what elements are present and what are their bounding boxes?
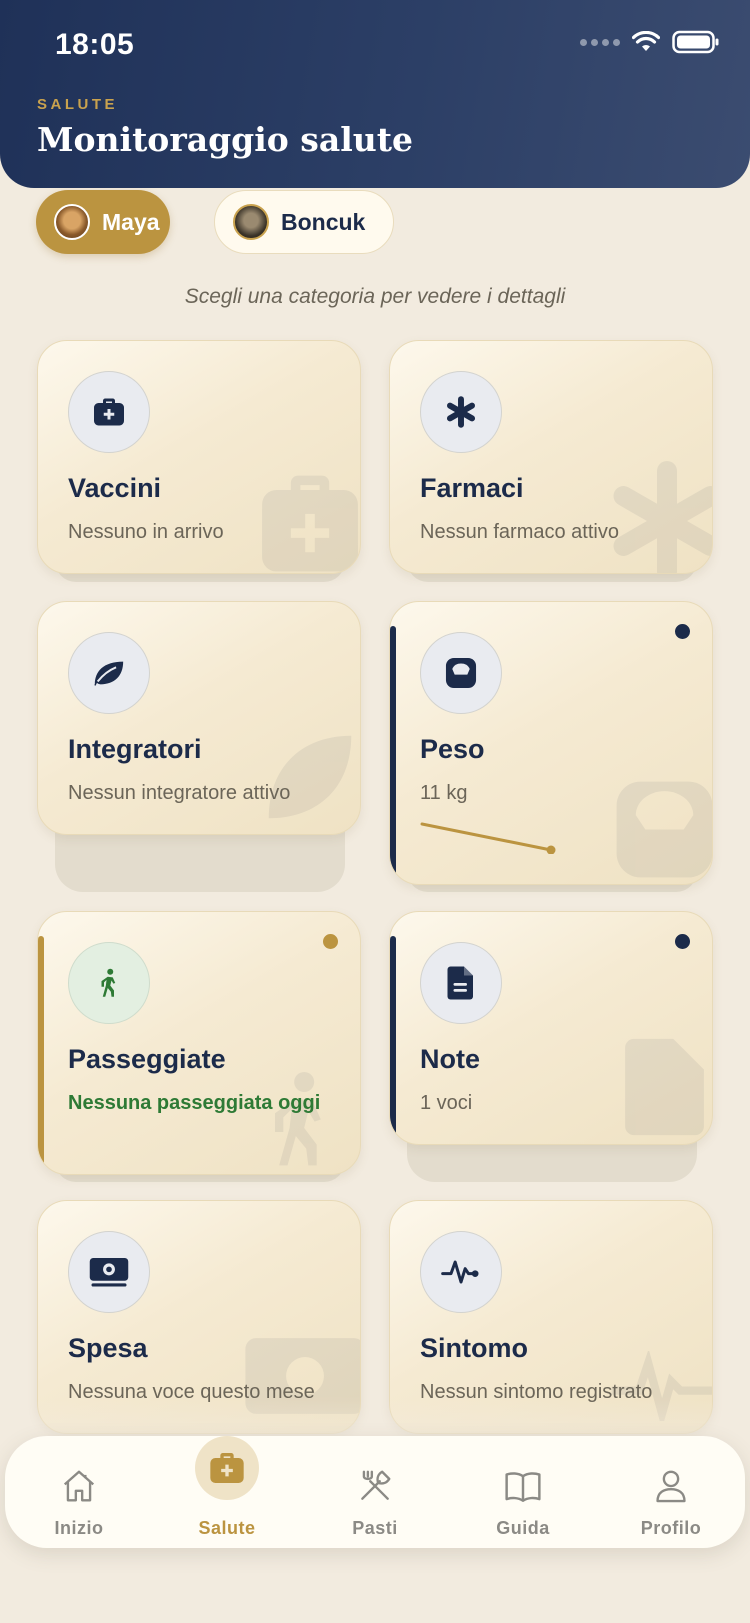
tab-salute[interactable]: Salute bbox=[153, 1436, 301, 1548]
card-subtitle: 1 voci bbox=[420, 1092, 473, 1114]
tab-inizio[interactable]: Inizio bbox=[5, 1436, 153, 1548]
status-dot bbox=[675, 934, 690, 949]
page-title: Monitoraggio salute bbox=[37, 120, 414, 159]
card-peso[interactable]: Peso 11 kg bbox=[389, 601, 713, 885]
tab-label: Pasti bbox=[352, 1518, 398, 1538]
card-title: Farmaci bbox=[420, 473, 524, 503]
card-title: Passeggiate bbox=[68, 1044, 226, 1074]
walking-icon bbox=[68, 942, 150, 1024]
card-spesa[interactable]: Spesa Nessuna voce questo mese bbox=[37, 1200, 361, 1434]
card-sintomo[interactable]: Sintomo Nessun sintomo registrato bbox=[389, 1200, 713, 1434]
pet-avatar-maya bbox=[54, 204, 90, 240]
scale-icon bbox=[420, 632, 502, 714]
tab-label: Inizio bbox=[54, 1518, 104, 1538]
leaf-watermark-icon bbox=[268, 735, 352, 819]
document-watermark-icon bbox=[625, 1038, 704, 1136]
accent-bar bbox=[390, 936, 396, 1142]
tab-label: Guida bbox=[496, 1518, 550, 1538]
battery-icon bbox=[672, 30, 719, 54]
card-title: Vaccini bbox=[68, 473, 162, 503]
card-note[interactable]: Note 1 voci bbox=[389, 911, 713, 1145]
accent-bar bbox=[390, 626, 396, 882]
pet-chip-boncuk[interactable]: Boncuk bbox=[214, 190, 394, 254]
app-header: 18:05 SALUTE Monitoraggio salute bbox=[0, 0, 750, 188]
card-subtitle: Nessuno in arrivo bbox=[68, 521, 224, 543]
medical-kit-icon bbox=[195, 1436, 259, 1500]
pet-chip-maya[interactable]: Maya bbox=[36, 190, 170, 254]
home-icon bbox=[47, 1454, 111, 1518]
tab-label: Salute bbox=[198, 1518, 256, 1538]
bottom-tab-bar: Inizio Salute Pasti Guida Profilo bbox=[5, 1436, 745, 1548]
status-dot bbox=[323, 934, 338, 949]
card-subtitle: Nessun farmaco attivo bbox=[420, 521, 619, 543]
card-subtitle: 11 kg bbox=[420, 782, 468, 804]
accent-bar bbox=[38, 936, 44, 1172]
money-icon bbox=[68, 1231, 150, 1313]
status-bar-icons bbox=[580, 30, 720, 54]
tab-guida[interactable]: Guida bbox=[449, 1436, 597, 1548]
pet-chip-label: Boncuk bbox=[281, 208, 366, 235]
card-subtitle: Nessuna passeggiata oggi bbox=[68, 1092, 321, 1114]
header-eyebrow: SALUTE bbox=[37, 96, 118, 113]
card-title: Sintomo bbox=[420, 1333, 528, 1363]
leaf-icon bbox=[68, 632, 150, 714]
wifi-icon bbox=[632, 31, 660, 51]
utensils-icon bbox=[343, 1454, 407, 1518]
document-icon bbox=[420, 942, 502, 1024]
card-farmaci[interactable]: Farmaci Nessun farmaco attivo bbox=[389, 340, 713, 574]
weight-trend-sparkline bbox=[420, 822, 556, 854]
medical-kit-icon bbox=[68, 371, 150, 453]
tab-profilo[interactable]: Profilo bbox=[597, 1436, 745, 1548]
card-integratori[interactable]: Integratori Nessun integratore attivo bbox=[37, 601, 361, 835]
card-title: Spesa bbox=[68, 1333, 148, 1363]
cellular-signal-icon bbox=[580, 38, 620, 46]
pet-chip-label: Maya bbox=[102, 208, 160, 235]
pulse-icon bbox=[420, 1231, 502, 1313]
card-title: Integratori bbox=[68, 734, 202, 764]
asterisk-icon bbox=[420, 371, 502, 453]
status-bar-time: 18:05 bbox=[55, 28, 135, 61]
card-title: Note bbox=[420, 1044, 480, 1074]
book-icon bbox=[491, 1454, 555, 1518]
user-icon bbox=[639, 1454, 703, 1518]
pet-avatar-boncuk bbox=[233, 204, 269, 240]
status-dot bbox=[675, 624, 690, 639]
card-vaccini[interactable]: Vaccini Nessuno in arrivo bbox=[37, 340, 361, 574]
tab-label: Profilo bbox=[640, 1518, 702, 1538]
card-title: Peso bbox=[420, 734, 485, 764]
card-subtitle: Nessun integratore attivo bbox=[68, 782, 291, 804]
card-passeggiate[interactable]: Passeggiate Nessuna passeggiata oggi bbox=[37, 911, 361, 1175]
instruction-text: Scegli una categoria per vedere i dettag… bbox=[184, 285, 566, 308]
tab-pasti[interactable]: Pasti bbox=[301, 1436, 449, 1548]
